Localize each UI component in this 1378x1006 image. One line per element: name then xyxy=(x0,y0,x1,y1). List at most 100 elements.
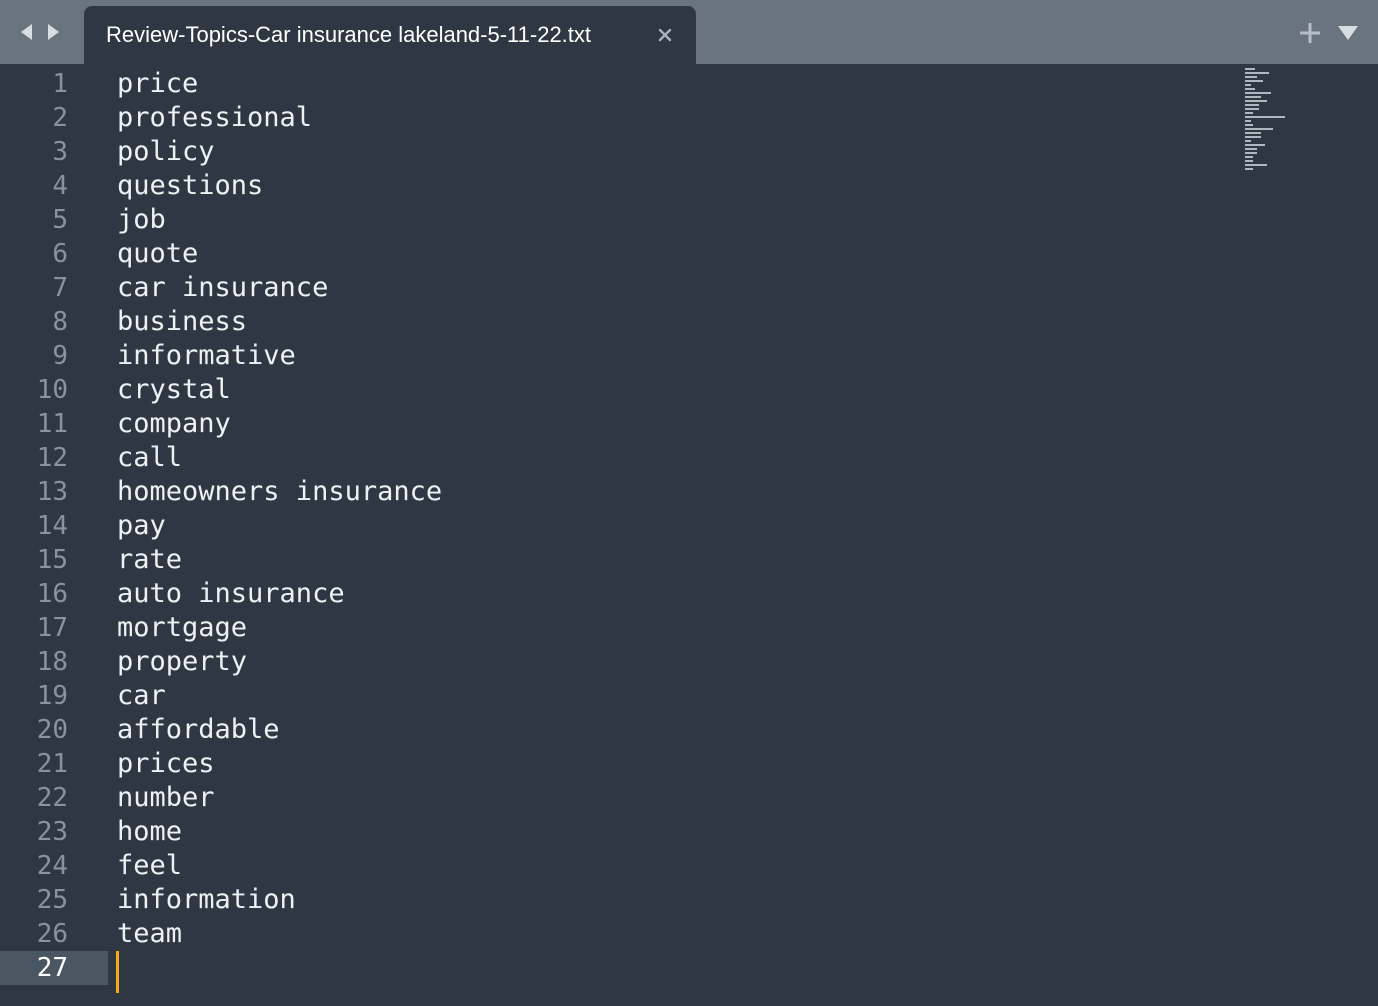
editor-line[interactable]: 17 mortgage xyxy=(0,611,1230,645)
line-number: 20 xyxy=(36,715,68,745)
line-text[interactable]: car insurance xyxy=(117,271,328,305)
editor-line[interactable]: 25 information xyxy=(0,883,1230,917)
line-number: 7 xyxy=(52,273,68,303)
editor-line[interactable]: 3 policy xyxy=(0,135,1230,169)
plus-icon xyxy=(1300,23,1320,43)
editor-line[interactable]: 24 feel xyxy=(0,849,1230,883)
editor-line[interactable]: 7 car insurance xyxy=(0,271,1230,305)
editor-line[interactable]: 13 homeowners insurance xyxy=(0,475,1230,509)
forward-button[interactable] xyxy=(44,20,64,44)
line-number: 12 xyxy=(36,443,68,473)
minimap-line xyxy=(1245,136,1261,138)
text-editor[interactable]: 1 price 2 professional 3 policy 4 questions 5 job… xyxy=(0,64,1378,1006)
line-number: 1 xyxy=(52,69,68,99)
editor-line[interactable]: 4 questions xyxy=(0,169,1230,203)
back-button[interactable] xyxy=(16,20,36,44)
line-text[interactable]: company xyxy=(117,407,231,441)
minimap-line xyxy=(1245,120,1251,122)
editor-line[interactable]: 26 team xyxy=(0,917,1230,951)
minimap-line xyxy=(1245,124,1253,126)
editor-line[interactable]: 2 professional xyxy=(0,101,1230,135)
editor-line[interactable]: 14 pay xyxy=(0,509,1230,543)
line-number: 10 xyxy=(36,375,68,405)
editor-line[interactable]: 6 quote xyxy=(0,237,1230,271)
line-number: 27 xyxy=(36,953,68,983)
line-text[interactable]: feel xyxy=(117,849,182,883)
line-text[interactable]: price xyxy=(117,67,198,101)
line-text[interactable]: auto insurance xyxy=(117,577,345,611)
line-text[interactable]: questions xyxy=(117,169,263,203)
minimap-line xyxy=(1245,108,1259,110)
line-number: 16 xyxy=(36,579,68,609)
minimap-line xyxy=(1245,116,1285,118)
line-text[interactable]: policy xyxy=(117,135,215,169)
current-line[interactable]: 27 xyxy=(0,951,1230,993)
editor-line[interactable]: 22 number xyxy=(0,781,1230,815)
editor-line[interactable]: 19 car xyxy=(0,679,1230,713)
line-text[interactable]: information xyxy=(117,883,296,917)
line-text[interactable]: pay xyxy=(117,509,166,543)
line-text[interactable]: car xyxy=(117,679,166,713)
minimap-line xyxy=(1245,100,1267,102)
line-text[interactable]: homeowners insurance xyxy=(117,475,442,509)
line-number: 21 xyxy=(36,749,68,779)
line-text[interactable]: quote xyxy=(117,237,198,271)
line-text[interactable]: call xyxy=(117,441,182,475)
line-text[interactable]: informative xyxy=(117,339,296,373)
new-tab-button[interactable] xyxy=(1297,20,1323,46)
line-number: 25 xyxy=(36,885,68,915)
editor-line[interactable]: 8 business xyxy=(0,305,1230,339)
line-text[interactable]: professional xyxy=(117,101,312,135)
minimap-line xyxy=(1245,148,1257,150)
minimap-line xyxy=(1245,156,1253,158)
minimap-line xyxy=(1245,76,1257,78)
line-number: 11 xyxy=(36,409,68,439)
line-text[interactable]: prices xyxy=(117,747,215,781)
tab-close-button[interactable] xyxy=(654,24,676,46)
editor-line[interactable]: 1 price xyxy=(0,67,1230,101)
minimap[interactable] xyxy=(1245,68,1305,178)
minimap-line xyxy=(1245,164,1267,166)
minimap-line xyxy=(1245,168,1253,170)
tab-menu-button[interactable] xyxy=(1335,20,1361,46)
editor-line[interactable]: 21 prices xyxy=(0,747,1230,781)
line-text[interactable]: home xyxy=(117,815,182,849)
minimap-line xyxy=(1245,68,1255,70)
line-number: 9 xyxy=(52,341,68,371)
editor-line[interactable]: 20 affordable xyxy=(0,713,1230,747)
editor-line[interactable]: 9 informative xyxy=(0,339,1230,373)
minimap-line xyxy=(1245,112,1253,114)
tab-title: Review-Topics-Car insurance lakeland-5-1… xyxy=(106,22,592,47)
line-text[interactable]: number xyxy=(117,781,215,815)
line-text[interactable]: mortgage xyxy=(117,611,247,645)
line-text[interactable]: property xyxy=(117,645,247,679)
editor-line[interactable]: 11 company xyxy=(0,407,1230,441)
line-number: 4 xyxy=(52,171,68,201)
minimap-line xyxy=(1245,92,1271,94)
minimap-line xyxy=(1245,128,1273,130)
line-number: 8 xyxy=(52,307,68,337)
editor-line[interactable]: 5 job xyxy=(0,203,1230,237)
line-text[interactable]: affordable xyxy=(117,713,280,747)
editor-line[interactable]: 18 property xyxy=(0,645,1230,679)
chevron-left-icon xyxy=(21,24,32,40)
editor-line[interactable]: 12 call xyxy=(0,441,1230,475)
line-number: 19 xyxy=(36,681,68,711)
minimap-line xyxy=(1245,84,1251,86)
editor-line[interactable]: 15 rate xyxy=(0,543,1230,577)
tab-active-file[interactable]: Review-Topics-Car insurance lakeland-5-1… xyxy=(84,6,696,64)
line-number: 17 xyxy=(36,613,68,643)
line-text[interactable]: job xyxy=(117,203,166,237)
line-number: 14 xyxy=(36,511,68,541)
chevron-right-icon xyxy=(48,24,59,40)
line-text[interactable]: business xyxy=(117,305,247,339)
editor-line[interactable]: 10 crystal xyxy=(0,373,1230,407)
line-text[interactable]: crystal xyxy=(117,373,231,407)
editor-line[interactable]: 23 home xyxy=(0,815,1230,849)
minimap-line xyxy=(1245,132,1261,134)
line-text[interactable]: rate xyxy=(117,543,182,577)
line-number: 6 xyxy=(52,239,68,269)
editor-window: Review-Topics-Car insurance lakeland-5-1… xyxy=(0,0,1378,1006)
editor-line[interactable]: 16 auto insurance xyxy=(0,577,1230,611)
line-text[interactable]: team xyxy=(117,917,182,951)
